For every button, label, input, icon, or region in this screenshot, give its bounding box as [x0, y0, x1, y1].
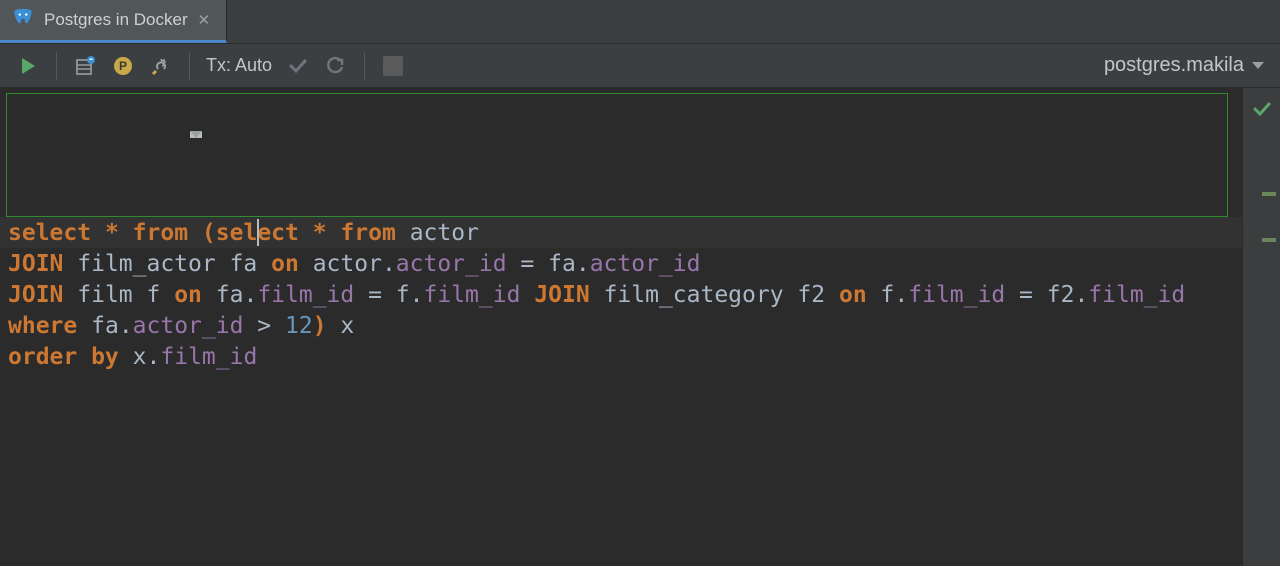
tab-close-icon[interactable]: ✕: [196, 9, 213, 31]
datasource-dropdown[interactable]: postgres.makila: [1104, 54, 1270, 77]
tx-mode-label: Tx: Auto: [206, 55, 272, 76]
toolbar-separator: [189, 52, 190, 80]
rollback-button[interactable]: [318, 48, 354, 84]
tx-mode-dropdown[interactable]: Tx: Auto: [200, 55, 278, 76]
tab-postgres-console[interactable]: Postgres in Docker ✕: [0, 0, 227, 43]
editor-area: select * from (select * from actorJOIN f…: [0, 88, 1280, 566]
validation-gutter: [1242, 88, 1280, 566]
chevron-down-icon: [190, 131, 202, 138]
postgres-icon: [10, 7, 36, 33]
execution-plan-button[interactable]: [67, 48, 103, 84]
tab-bar: Postgres in Docker ✕: [0, 0, 1280, 44]
toolbar-separator: [56, 52, 57, 80]
stop-icon: [383, 56, 403, 76]
execute-button[interactable]: [10, 48, 46, 84]
chevron-down-icon: [1252, 62, 1264, 69]
settings-button[interactable]: [143, 48, 179, 84]
analysis-ok-icon[interactable]: [1251, 98, 1273, 125]
code-content: select * from (select * from actorJOIN f…: [8, 218, 1242, 373]
sql-editor[interactable]: select * from (select * from actorJOIN f…: [0, 88, 1242, 566]
stop-button[interactable]: [375, 48, 411, 84]
gutter-mark[interactable]: [1262, 192, 1276, 196]
parameters-button[interactable]: P: [105, 48, 141, 84]
svg-text:P: P: [119, 59, 127, 73]
toolbar-separator: [364, 52, 365, 80]
text-caret: [257, 219, 259, 246]
tab-title: Postgres in Docker: [44, 10, 188, 30]
statement-selection-outline: [6, 93, 1228, 217]
commit-button[interactable]: [280, 48, 316, 84]
gutter-mark[interactable]: [1262, 238, 1276, 242]
datasource-label: postgres.makila: [1104, 54, 1244, 77]
console-toolbar: P Tx: Auto postgres.makila: [0, 44, 1280, 88]
